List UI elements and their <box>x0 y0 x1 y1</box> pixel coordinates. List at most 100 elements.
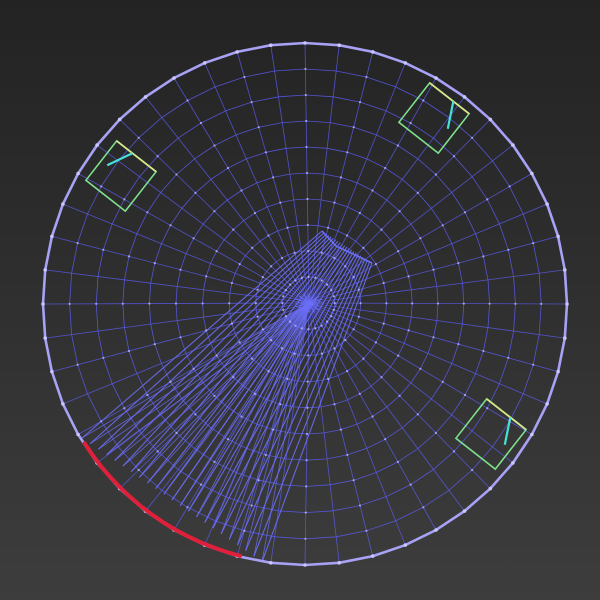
mesh-vertex <box>380 376 383 379</box>
mesh-vertex <box>192 367 195 370</box>
mesh-vertex <box>326 320 329 323</box>
mesh-vertex <box>250 101 253 104</box>
mesh-vertex <box>514 302 517 305</box>
mesh-vertex <box>397 250 400 253</box>
rim-vertex <box>117 117 122 122</box>
mesh-vertex <box>397 354 400 357</box>
mesh-vertex <box>156 450 159 453</box>
mesh-vertex <box>102 248 105 251</box>
rim-vertex <box>50 369 54 374</box>
mesh-vertex <box>282 308 285 311</box>
spoke-line <box>45 269 310 304</box>
mesh-vertex <box>346 151 349 154</box>
mesh-vertex <box>254 302 257 305</box>
mesh-vertex <box>256 315 259 318</box>
mesh-vertex <box>333 201 336 204</box>
mesh-vertex <box>314 276 317 279</box>
mesh-vertex <box>385 302 388 305</box>
mesh-vertex <box>407 275 410 278</box>
selected-edge-segment[interactable] <box>82 441 243 558</box>
mesh-vertex <box>232 376 235 379</box>
rim-vertex <box>235 50 239 54</box>
rim-vertex <box>488 486 493 491</box>
3d-viewport[interactable] <box>0 0 600 600</box>
rim-vertex <box>303 41 307 45</box>
mesh-vertex <box>486 407 489 410</box>
rim-vertex <box>202 61 207 65</box>
mesh-vertex <box>146 211 149 214</box>
mesh-vertex <box>305 459 308 462</box>
spoke-line <box>308 96 465 304</box>
mesh-vertex <box>127 255 131 258</box>
mesh-vertex <box>357 315 360 318</box>
mesh-vertex <box>320 251 323 254</box>
mesh-vertex <box>215 250 218 253</box>
mesh-vertex <box>279 403 282 406</box>
mesh-vertex <box>422 99 425 102</box>
mesh-vertex <box>352 126 355 129</box>
mesh-vertex <box>304 67 307 71</box>
mesh-vertex <box>199 483 203 486</box>
mesh-vertex <box>76 363 79 366</box>
mesh-vertex <box>289 283 292 286</box>
mesh-vertex <box>230 322 233 325</box>
mesh-vertex <box>330 289 333 292</box>
rim-vertex <box>530 432 534 437</box>
mesh-vertex <box>307 328 310 331</box>
wireframe-canvas[interactable] <box>0 0 600 600</box>
rim-vertex <box>434 528 438 532</box>
rim-vertex <box>371 554 375 558</box>
mesh-vertex <box>305 485 308 488</box>
mesh-vertex <box>358 392 361 395</box>
mesh-vertex <box>286 226 289 229</box>
mesh-vertex <box>123 407 126 410</box>
mesh-vertex <box>365 75 368 79</box>
mesh-vertex <box>102 356 105 359</box>
mesh-vertex <box>293 251 296 254</box>
mesh-vertex <box>201 302 204 305</box>
mesh-vertex <box>457 262 460 265</box>
mesh-vertex <box>380 228 383 231</box>
mesh-vertex <box>213 460 216 463</box>
mesh-vertex <box>411 302 414 305</box>
mesh-vertex <box>384 438 387 441</box>
mesh-vertex <box>320 352 323 355</box>
mesh-vertex <box>153 262 156 265</box>
mesh-vertex <box>374 263 377 266</box>
rim-vertex <box>511 461 515 465</box>
mesh-vertex <box>175 173 178 176</box>
mesh-vertex <box>127 349 131 353</box>
rim-vertex <box>545 202 549 206</box>
mesh-vertex <box>362 246 365 249</box>
mesh-vertex <box>169 380 172 383</box>
rim-vertex <box>545 402 549 406</box>
mesh-vertex <box>286 377 289 380</box>
rim-vertex <box>488 117 493 122</box>
mesh-vertex <box>238 263 241 266</box>
mesh-vertex <box>257 479 260 482</box>
mesh-vertex <box>507 356 510 359</box>
rim-vertex <box>95 143 99 147</box>
rim-vertex <box>556 234 560 239</box>
mesh-vertex <box>344 339 347 342</box>
mesh-vertex <box>137 468 140 472</box>
mesh-vertex <box>186 99 189 102</box>
mesh-vertex <box>267 234 270 237</box>
mesh-vertex <box>371 415 374 418</box>
mesh-vertex <box>419 237 422 240</box>
mesh-vertex <box>289 320 292 323</box>
spoke-line <box>270 45 310 304</box>
rim-vertex <box>371 50 375 54</box>
mesh-vertex <box>243 529 246 532</box>
spoke-line <box>145 96 310 304</box>
mesh-vertex <box>281 302 284 305</box>
mesh-vertex <box>482 349 485 353</box>
fan-line <box>106 234 330 456</box>
mesh-vertex <box>240 415 243 418</box>
mesh-vertex <box>253 392 257 395</box>
mesh-vertex <box>305 171 309 175</box>
rim-vertex <box>511 143 515 147</box>
mesh-vertex <box>228 302 231 305</box>
mesh-vertex <box>346 370 349 373</box>
mesh-vertex <box>279 201 282 204</box>
